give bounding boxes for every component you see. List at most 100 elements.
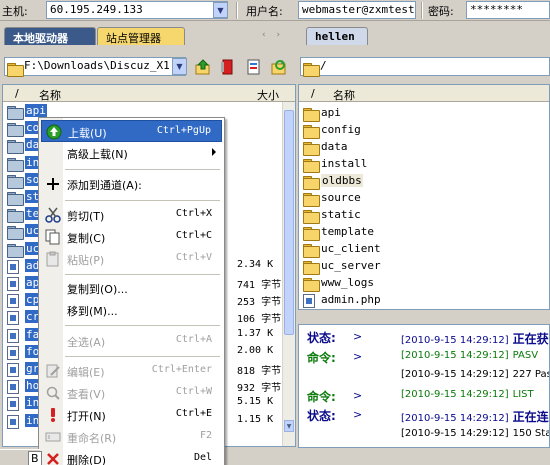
menu-item-edit[interactable]: 编辑(E) Ctrl+Enter [41, 360, 222, 382]
table-row[interactable]: install [299, 156, 549, 173]
column-header-size[interactable]: 大小 [257, 87, 279, 103]
menu-label: 重命名(R) [67, 432, 117, 445]
column-sort-indicator[interactable]: / [15, 87, 19, 100]
scroll-down-arrow-icon[interactable]: ▼ [284, 420, 294, 432]
menu-item-cut[interactable]: 剪切(T) Ctrl+X [41, 204, 222, 226]
log-message: 正在获 [512, 332, 549, 346]
folder-icon [303, 209, 320, 224]
log-line: [2010-9-15 14:29:12] 150 Sta [307, 427, 549, 446]
menu-item-advanced-upload[interactable]: 高级上载(N) [41, 142, 222, 164]
remote-file-list[interactable]: / 名称 api config data install oldbbs source sta… [298, 84, 550, 310]
log-message: 227 Pas [512, 369, 550, 380]
menu-shortcut: Ctrl+A [175, 334, 212, 345]
file-size: 1.15 K [237, 413, 274, 425]
table-row[interactable]: api [299, 105, 549, 122]
menu-label: 上载(U) [68, 127, 107, 140]
menu-shortcut: Ctrl+Enter [151, 364, 212, 375]
file-name: config [321, 123, 361, 136]
table-row[interactable]: static [299, 207, 549, 224]
table-row[interactable]: uc_client [299, 241, 549, 258]
file-icon [7, 397, 19, 412]
scrollbar-thumb[interactable] [284, 110, 294, 335]
menu-item-copy-to[interactable]: 复制到(O)... [41, 277, 222, 299]
menu-label: 删除(D) [67, 454, 107, 465]
local-list-header: / 名称 大小 [3, 85, 295, 102]
tab-local-drives[interactable]: 本地驱动器 [4, 27, 96, 45]
log-key: 命令: [307, 389, 336, 404]
chevron-down-icon: ▼ [217, 5, 224, 15]
menu-item-delete[interactable]: 删除(D) Del [41, 448, 222, 465]
table-row[interactable]: template [299, 224, 549, 241]
file-icon [7, 380, 19, 395]
file-name: uc_server [321, 259, 381, 272]
refresh-button[interactable] [270, 58, 288, 76]
folder-icon [303, 226, 320, 241]
file-icon [303, 294, 315, 308]
host-input[interactable]: 60.195.249.133 [46, 1, 228, 19]
tab-site-manager[interactable]: 站点管理器 [97, 27, 185, 45]
folder-icon [7, 157, 24, 172]
context-menu: 上载(U) Ctrl+PgUp 高级上载(N) 添加到通道(A): 剪切(T) … [38, 117, 225, 465]
folder-icon [303, 107, 320, 122]
menu-item-select-all[interactable]: 全选(A) Ctrl+A [41, 330, 222, 352]
menu-separator [65, 200, 220, 201]
folder-icon [303, 158, 320, 173]
menu-label: 编辑(E) [67, 366, 105, 379]
table-row[interactable]: data [299, 139, 549, 156]
column-sort-indicator[interactable]: / [311, 87, 315, 100]
log-line: 状态: > [2010-9-15 14:29:12] 正在获 [307, 329, 549, 348]
scissors-icon [45, 207, 61, 223]
menu-item-rename[interactable]: 重命名(R) F2 [41, 426, 222, 448]
bookmarks-button[interactable] [218, 58, 236, 76]
menu-item-add-to-queue[interactable]: 添加到通道(A): [41, 173, 222, 195]
host-label: 主机: [2, 5, 28, 18]
local-path-input[interactable]: F:\Downloads\Discuz_X1.5 [4, 57, 186, 76]
menu-item-view[interactable]: 查看(V) Ctrl+W [41, 382, 222, 404]
menu-label: 剪切(T) [67, 210, 105, 223]
table-row[interactable]: uc_server [299, 258, 549, 275]
host-dropdown-button[interactable]: ▼ [213, 2, 228, 18]
menu-item-paste[interactable]: 粘贴(P) Ctrl+V [41, 248, 222, 270]
username-input[interactable]: webmaster@zxmtest [298, 1, 416, 19]
menu-label: 粘贴(P) [67, 254, 105, 267]
remote-path-input[interactable]: / [300, 57, 550, 76]
menu-item-upload[interactable]: 上载(U) Ctrl+PgUp [41, 120, 222, 142]
edit-icon [45, 363, 61, 379]
table-row[interactable]: admin.php [299, 292, 549, 309]
file-icon [7, 311, 19, 326]
connection-bar: 主机: 60.195.249.133 ▼ 用户名: webmaster@zxmt… [0, 0, 550, 21]
file-properties-button[interactable] [244, 58, 262, 76]
local-path-dropdown-button[interactable]: ▼ [172, 58, 187, 75]
menu-item-open[interactable]: 打开(N) Ctrl+E [41, 404, 222, 426]
file-name: data [321, 140, 348, 153]
column-header-name[interactable]: 名称 [39, 87, 61, 103]
column-header-name[interactable]: 名称 [333, 87, 355, 103]
status-tab[interactable]: B [28, 451, 42, 465]
menu-shortcut: Ctrl+C [175, 230, 212, 241]
folder-icon [7, 139, 24, 155]
menu-item-move-to[interactable]: 移到(M)... [41, 299, 222, 321]
menu-label: 复制到(O)... [67, 283, 128, 296]
file-name: admin.php [321, 293, 381, 306]
remote-list-header: / 名称 [299, 85, 549, 102]
file-name: static [321, 208, 361, 221]
paste-icon [45, 251, 61, 267]
parent-folder-button[interactable] [194, 58, 212, 76]
table-row[interactable]: config [299, 122, 549, 139]
file-icon [7, 414, 19, 429]
local-vertical-scrollbar[interactable]: ▼ [282, 102, 295, 446]
file-name: uc_client [321, 242, 381, 255]
menu-item-copy[interactable]: 复制(C) Ctrl+C [41, 226, 222, 248]
table-row[interactable]: oldbbs [299, 173, 549, 190]
table-row[interactable]: source [299, 190, 549, 207]
tab-scroll-arrows[interactable]: ‹ › [262, 30, 284, 40]
log-line: 命令: > [2010-9-15 14:29:12] LIST [307, 388, 547, 407]
password-input[interactable]: ******** [466, 1, 550, 19]
menu-label: 添加到通道(A): [67, 179, 142, 192]
tab-remote-session[interactable]: hellen [306, 27, 368, 45]
menu-separator [65, 325, 220, 326]
table-row[interactable]: www_logs [299, 275, 549, 292]
menu-separator [65, 274, 220, 275]
log-timestamp: [2010-9-15 14:29:12] [401, 349, 509, 361]
log-line: 命令: > [2010-9-15 14:29:12] PASV [307, 349, 547, 368]
